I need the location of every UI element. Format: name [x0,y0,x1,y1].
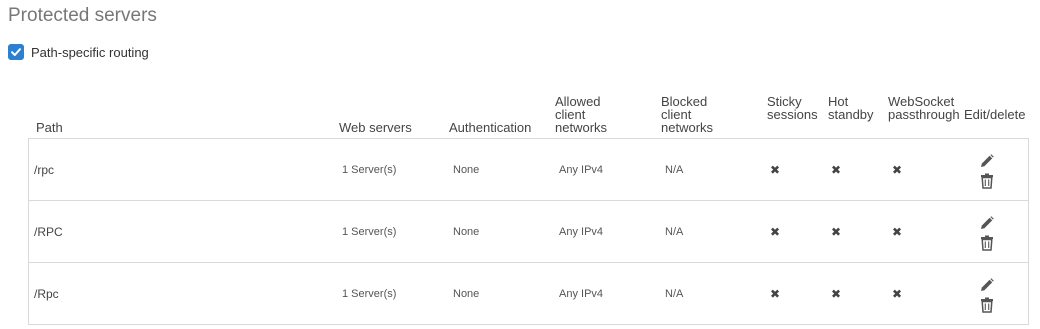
col-header-sticky-sessions: Sticky sessions [767,95,818,121]
col-header-path: Path [36,120,63,135]
cell-blocked-networks: N/A [665,225,684,238]
cell-allowed-networks: Any IPv4 [559,287,604,300]
col-header-websocket-passthrough: WebSocket passthrough [888,95,960,121]
pencil-icon[interactable] [979,215,995,231]
cell-path: /rpc [34,162,55,177]
cell-authentication: None [453,163,480,176]
cell-authentication: None [453,287,480,300]
cell-blocked-networks: N/A [665,163,684,176]
col-header-line: passthrough [888,107,960,122]
path-specific-routing-checkbox[interactable] [8,44,24,60]
col-header-allowed-client-networks: Allowed client networks [555,95,607,134]
col-header-line: networks [555,120,608,135]
websocket-x-icon: ✖ [891,286,903,301]
path-specific-routing-row: Path-specific routing [8,44,149,60]
col-header-line: sessions [767,107,818,122]
websocket-x-icon: ✖ [891,224,903,239]
col-header-web-servers: Web servers [339,120,412,135]
trash-icon[interactable] [980,173,994,189]
checkmark-icon [11,48,21,56]
table-row: /RPC 1 Server(s) None Any IPv4 N/A ✖ ✖ ✖ [29,201,1028,263]
hot-standby-x-icon: ✖ [830,286,842,301]
row-actions [979,277,995,313]
sticky-sessions-x-icon: ✖ [769,162,781,177]
table-header: Path Web servers Authentication Allowed … [28,84,1029,138]
row-actions [979,215,995,251]
cell-authentication: None [453,225,480,238]
cell-allowed-networks: Any IPv4 [559,163,604,176]
hot-standby-x-icon: ✖ [830,224,842,239]
protected-servers-table: Path Web servers Authentication Allowed … [28,84,1029,325]
table-body: /rpc 1 Server(s) None Any IPv4 N/A ✖ ✖ ✖ [28,138,1029,325]
table-row: /Rpc 1 Server(s) None Any IPv4 N/A ✖ ✖ ✖ [29,263,1028,325]
col-header-line: networks [661,120,714,135]
sticky-sessions-x-icon: ✖ [769,224,781,239]
cell-blocked-networks: N/A [665,287,684,300]
col-header-line: standby [828,107,874,122]
row-actions [979,153,995,189]
col-header-hot-standby: Hot standby [828,95,874,121]
pencil-icon[interactable] [979,277,995,293]
cell-path: /Rpc [34,286,59,301]
cell-allowed-networks: Any IPv4 [559,225,604,238]
col-header-authentication: Authentication [449,120,532,135]
col-header-edit-delete: Edit/delete [964,107,1026,122]
sticky-sessions-x-icon: ✖ [769,286,781,301]
cell-path: /RPC [34,224,63,239]
cell-web-servers: 1 Server(s) [342,163,397,176]
col-header-blocked-client-networks: Blocked client networks [661,95,713,134]
pencil-icon[interactable] [979,153,995,169]
trash-icon[interactable] [980,235,994,251]
page-title: Protected servers [8,5,157,26]
websocket-x-icon: ✖ [891,162,903,177]
hot-standby-x-icon: ✖ [830,162,842,177]
path-specific-routing-label[interactable]: Path-specific routing [31,45,149,60]
cell-web-servers: 1 Server(s) [342,287,397,300]
cell-web-servers: 1 Server(s) [342,225,397,238]
table-row: /rpc 1 Server(s) None Any IPv4 N/A ✖ ✖ ✖ [29,139,1028,201]
trash-icon[interactable] [980,297,994,313]
